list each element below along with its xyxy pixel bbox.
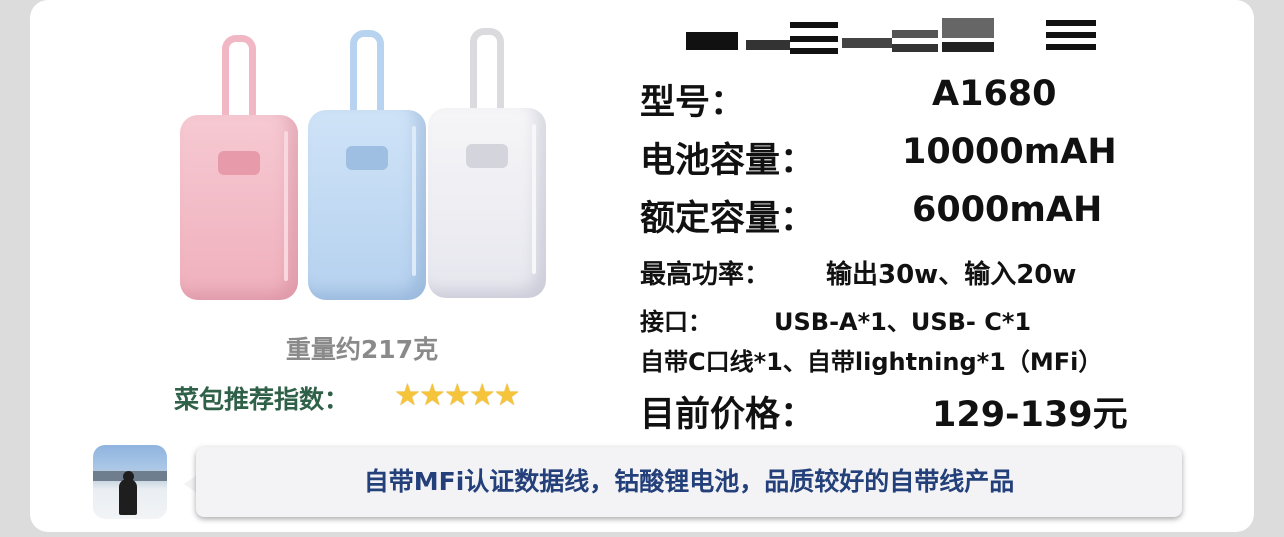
power-bank-pink [180,35,298,300]
avatar [93,445,167,519]
comment-text: 自带MFi认证数据线，钴酸锂电池，品质较好的自带线产品 [363,467,1015,496]
star-icon: ★ [394,378,421,413]
product-image [170,28,570,310]
rating-label: 菜包推荐指数： [174,385,350,414]
power-bank-white [428,28,546,298]
spec-port-value: USB-A*1、USB- C*1 [774,308,1032,336]
spec-model-label: 型号： [640,83,746,123]
spec-price-value: 129-139元 [932,395,1128,435]
weight-text: 重量约217克 [285,335,439,364]
spec-capacity-value: 10000mAH [902,132,1117,172]
rating-stars: ★★★★★ [394,378,521,413]
spec-power-value: 输出30w、输入20w [826,260,1077,290]
spec-rated-value: 6000mAH [912,190,1103,230]
spec-model-value: A1680 [932,74,1057,114]
star-icon: ★ [493,378,521,413]
spec-capacity-label: 电池容量： [640,141,816,181]
spec-port-label: 接口： [640,308,712,336]
brand-heading-redacted [686,18,1098,58]
spec-rated-label: 额定容量： [640,199,816,239]
comment-bubble: 自带MFi认证数据线，钴酸锂电池，品质较好的自带线产品 [196,447,1182,517]
star-icon: ★ [418,378,446,413]
spec-power-label: 最高功率： [640,260,771,290]
star-icon: ★ [443,378,471,413]
power-bank-blue [308,30,426,300]
spec-price-label: 目前价格： [640,395,816,435]
star-icon: ★ [468,378,496,413]
spec-cable-text: 自带C口线*1、自带lightning*1（MFi） [640,348,1103,376]
